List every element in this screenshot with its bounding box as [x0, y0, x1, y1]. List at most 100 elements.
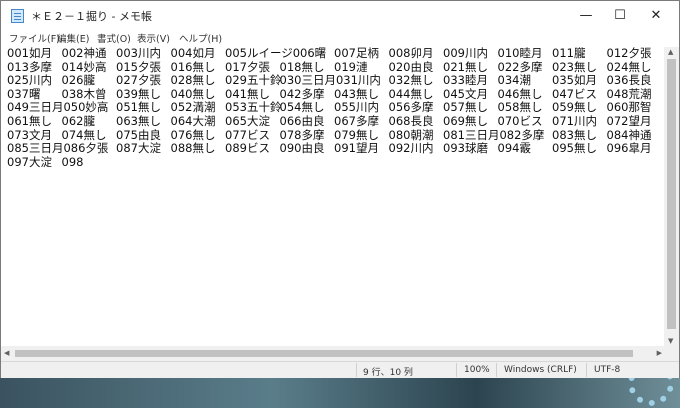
horizontal-scrollbar[interactable]: ◀ ▶	[1, 346, 665, 361]
text-cell: 095無し	[552, 141, 597, 156]
desktop-background	[0, 378, 680, 408]
scrollbar-corner	[664, 346, 679, 361]
text-cell: 096皐月	[606, 141, 652, 156]
status-bar: 9 行、10 列 100% Windows (CRLF) UTF-8	[1, 361, 679, 378]
text-cell: 071川内	[552, 114, 597, 128]
text-cell: 097大淀	[7, 154, 52, 169]
text-cell: 059無し	[552, 100, 597, 115]
text-cell: 036長良	[606, 73, 652, 88]
text-cell: 044無し	[388, 86, 434, 101]
menu-view[interactable]: 表示(V)	[137, 31, 170, 45]
text-cell: 009川内	[443, 47, 488, 60]
text-cell: 021無し	[443, 59, 488, 74]
text-cell: 019漣	[334, 59, 368, 74]
text-cell: 013多摩	[7, 59, 52, 74]
text-cell: 091望月	[334, 141, 379, 156]
zoom-level: 100%	[464, 365, 490, 375]
text-cell: 017夕張	[225, 59, 270, 74]
text-cell: 088無し	[170, 141, 216, 156]
text-cell: 090由良	[279, 141, 325, 156]
vertical-scrollbar[interactable]: ▲ ▼	[664, 47, 679, 346]
maximize-icon: ☐	[614, 8, 626, 23]
text-cell: 014妙高	[61, 59, 107, 74]
text-cell: 034潮	[497, 73, 531, 88]
text-cell: 094霰	[497, 141, 531, 156]
text-cell: 016無し	[170, 59, 216, 74]
text-cell: 015夕張	[116, 59, 161, 74]
close-icon: ✕	[650, 8, 662, 23]
text-cell: 069無し	[443, 114, 488, 128]
menu-file[interactable]: ファイル(F)	[9, 31, 60, 45]
text-cell: 061無し	[7, 114, 52, 128]
text-cell: 080朝潮	[388, 127, 434, 142]
title-bar[interactable]: ＊Ｅ２－１掘り - メモ帳 — ☐ ✕	[1, 1, 679, 30]
notepad-window: ＊Ｅ２－１掘り - メモ帳 — ☐ ✕ ファイル(F) 編集(E) 書式(O) …	[0, 0, 680, 378]
text-cell: 075由良	[116, 127, 161, 142]
text-cell: 049三日月050妙高	[7, 100, 109, 115]
text-cell: 003川内	[116, 47, 161, 60]
text-cell: 039無し	[116, 86, 161, 101]
scroll-right-icon[interactable]: ▶	[657, 349, 662, 357]
text-cell: 020由良	[388, 59, 434, 74]
menu-edit[interactable]: 編集(E)	[57, 31, 89, 45]
text-cell: 073文月	[7, 127, 52, 142]
cursor-position: 9 行、10 列	[363, 368, 413, 378]
minimize-button[interactable]: —	[569, 1, 603, 30]
text-cell: 005ルイージ006曙	[225, 47, 327, 60]
text-cell: 033睦月	[443, 73, 488, 88]
text-cell: 072望月	[606, 114, 652, 128]
text-cell: 066由良	[279, 114, 325, 128]
text-cell: 022多摩	[497, 59, 543, 74]
text-cell: 068長良	[388, 114, 434, 128]
scroll-left-icon[interactable]: ◀	[4, 349, 9, 357]
scroll-down-icon[interactable]: ▼	[668, 337, 673, 345]
text-cell: 089ビス	[225, 141, 270, 156]
text-cell: 063無し	[116, 114, 161, 128]
maximize-button[interactable]: ☐	[603, 1, 637, 30]
text-cell: 047ビス	[552, 86, 597, 101]
text-editor[interactable]: 001如月 002神通 003川内 004如月 005ルイージ006曙 007足柄 008卯…	[1, 47, 665, 346]
text-cell: 026朧	[61, 73, 95, 88]
text-cell: 007足柄	[334, 47, 379, 60]
status-separator	[456, 363, 457, 377]
status-separator	[356, 363, 357, 377]
text-cell: 052満潮	[170, 100, 216, 115]
text-cell: 051無し	[116, 100, 161, 115]
text-cell: 011朧	[552, 47, 586, 60]
menu-help[interactable]: ヘルプ(H)	[179, 31, 222, 45]
text-cell: 040無し	[170, 86, 216, 101]
text-cell: 057無し	[443, 100, 488, 115]
text-cell: 065大淀	[225, 114, 270, 128]
text-cell: 077ビス	[225, 127, 270, 142]
text-cell: 023無し	[552, 59, 597, 74]
text-cell: 056多摩	[388, 100, 434, 115]
menu-bar: ファイル(F) 編集(E) 書式(O) 表示(V) ヘルプ(H)	[1, 30, 679, 47]
text-cell: 076無し	[170, 127, 216, 142]
line-ending: Windows (CRLF)	[504, 365, 577, 375]
text-cell: 008卯月	[388, 47, 434, 60]
text-cell: 062朧	[61, 114, 95, 128]
close-button[interactable]: ✕	[639, 1, 673, 30]
text-cell: 067多摩	[334, 114, 379, 128]
text-cell: 029五十鈴	[225, 73, 282, 88]
text-cell: 074無し	[61, 127, 107, 142]
text-cell: 027夕張	[116, 73, 161, 88]
text-cell: 038木曾	[61, 86, 107, 101]
text-cell: 030三日月031川内	[279, 73, 381, 88]
window-title: ＊Ｅ２－１掘り - メモ帳	[31, 10, 152, 23]
menu-format[interactable]: 書式(O)	[97, 31, 131, 45]
text-cell: 054無し	[279, 100, 325, 115]
text-cell: 025川内	[7, 73, 52, 88]
text-cell: 079無し	[334, 127, 379, 142]
text-cell: 048荒潮	[606, 86, 652, 101]
text-cell: 024無し	[606, 59, 652, 74]
horizontal-scroll-thumb[interactable]	[15, 350, 633, 357]
scroll-up-icon[interactable]: ▲	[668, 48, 673, 56]
text-cell: 053五十鈴	[225, 100, 282, 115]
text-cell: 012夕張	[606, 47, 652, 60]
text-encoding: UTF-8	[594, 365, 621, 375]
text-cell: 081三日月082多摩	[443, 127, 545, 142]
vertical-scroll-thumb[interactable]	[667, 59, 676, 329]
text-cell: 043無し	[334, 86, 379, 101]
text-cell: 092川内	[388, 141, 434, 156]
